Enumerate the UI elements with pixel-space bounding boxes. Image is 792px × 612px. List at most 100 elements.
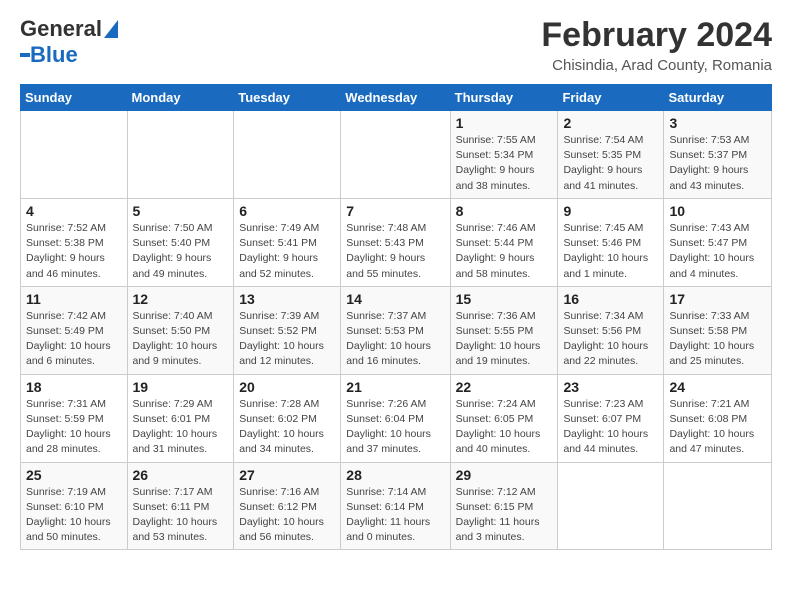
calendar-week-4: 18Sunrise: 7:31 AM Sunset: 5:59 PM Dayli… [21,374,772,462]
calendar-cell: 20 Sunrise: 7:28 AM Sunset: 6:02 PM Dayli… [234,374,341,462]
day-number: 1 [456,115,553,131]
day-number: 26 [133,467,229,483]
day-info: Sunrise: 7:43 AM Sunset: 5:47 PM Dayligh… [669,221,766,282]
day-info: Sunrise: 7:53 AM Sunset: 5:37 PM Dayligh… [669,133,766,194]
day-number: 23 [563,379,658,395]
day-info: Sunrise: 7:37 AM Sunset: 5:53 PM Dayligh… [346,309,444,370]
calendar-cell: 25 Sunrise: 7:19 AM Sunset: 6:10 PM Dayli… [21,462,128,550]
calendar-week-3: 11 Sunrise: 7:42 AM Sunset: 5:49 PM Dayli… [21,286,772,374]
day-number: 5 [133,203,229,219]
title-area: February 2024 Chisindia, Arad County, Ro… [541,16,772,74]
day-number: 15 [456,291,553,307]
calendar-cell [664,462,772,550]
day-number: 20 [239,379,335,395]
calendar-cell: 14 Sunrise: 7:37 AM Sunset: 5:53 PM Dayli… [341,286,450,374]
day-number: 11 [26,291,122,307]
day-number: 7 [346,203,444,219]
day-info: Sunrise: 7:17 AM Sunset: 6:11 PM Dayligh… [133,485,229,546]
day-info: Sunrise: 7:54 AM Sunset: 5:35 PM Dayligh… [563,133,658,194]
day-number: 12 [133,291,229,307]
day-info: Sunrise: 7:46 AM Sunset: 5:44 PM Dayligh… [456,221,553,282]
calendar-cell: 24 Sunrise: 7:21 AM Sunset: 6:08 PM Dayli… [664,374,772,462]
calendar-cell: 1 Sunrise: 7:55 AM Sunset: 5:34 PM Daylig… [450,111,558,199]
day-info: Sunrise: 7:36 AM Sunset: 5:55 PM Dayligh… [456,309,553,370]
day-number: 3 [669,115,766,131]
calendar-cell: 21 Sunrise: 7:26 AM Sunset: 6:04 PM Dayli… [341,374,450,462]
calendar-table: SundayMondayTuesdayWednesdayThursdayFrid… [20,84,772,550]
day-number: 14 [346,291,444,307]
calendar-cell: 9 Sunrise: 7:45 AM Sunset: 5:46 PM Daylig… [558,198,664,286]
calendar-cell: 15 Sunrise: 7:36 AM Sunset: 5:55 PM Dayli… [450,286,558,374]
calendar-cell: 23 Sunrise: 7:23 AM Sunset: 6:07 PM Dayli… [558,374,664,462]
day-info: Sunrise: 7:12 AM Sunset: 6:15 PM Dayligh… [456,485,553,546]
day-number: 28 [346,467,444,483]
calendar-week-1: 1 Sunrise: 7:55 AM Sunset: 5:34 PM Daylig… [21,111,772,199]
day-number: 16 [563,291,658,307]
weekday-header-sunday: Sunday [21,85,128,111]
day-info: Sunrise: 7:49 AM Sunset: 5:41 PM Dayligh… [239,221,335,282]
weekday-header-friday: Friday [558,85,664,111]
subtitle: Chisindia, Arad County, Romania [541,57,772,74]
day-info: Sunrise: 7:33 AM Sunset: 5:58 PM Dayligh… [669,309,766,370]
logo: General Blue [20,16,118,68]
calendar-week-2: 4 Sunrise: 7:52 AM Sunset: 5:38 PM Daylig… [21,198,772,286]
logo-triangle-icon [104,20,118,38]
calendar-cell [341,111,450,199]
calendar-body: 1 Sunrise: 7:55 AM Sunset: 5:34 PM Daylig… [21,111,772,550]
day-info: Sunrise: 7:24 AM Sunset: 6:05 PM Dayligh… [456,397,553,458]
weekday-header-saturday: Saturday [664,85,772,111]
day-info: Sunrise: 7:40 AM Sunset: 5:50 PM Dayligh… [133,309,229,370]
calendar-cell: 13Sunrise: 7:39 AM Sunset: 5:52 PM Dayli… [234,286,341,374]
logo-bar-left [20,53,30,57]
day-number: 22 [456,379,553,395]
day-number: 6 [239,203,335,219]
day-number: 17 [669,291,766,307]
day-info: Sunrise: 7:50 AM Sunset: 5:40 PM Dayligh… [133,221,229,282]
day-info: Sunrise: 7:23 AM Sunset: 6:07 PM Dayligh… [563,397,658,458]
day-number: 8 [456,203,553,219]
weekday-header-tuesday: Tuesday [234,85,341,111]
calendar-cell: 2 Sunrise: 7:54 AM Sunset: 5:35 PM Daylig… [558,111,664,199]
calendar-cell: 19 Sunrise: 7:29 AM Sunset: 6:01 PM Dayli… [127,374,234,462]
day-number: 24 [669,379,766,395]
day-info: Sunrise: 7:42 AM Sunset: 5:49 PM Dayligh… [26,309,122,370]
day-number: 18 [26,379,122,395]
day-number: 21 [346,379,444,395]
calendar-cell: 17 Sunrise: 7:33 AM Sunset: 5:58 PM Dayli… [664,286,772,374]
calendar-header: SundayMondayTuesdayWednesdayThursdayFrid… [21,85,772,111]
day-number: 27 [239,467,335,483]
day-number: 25 [26,467,122,483]
page-header: General Blue February 2024 Chisindia, Ar… [20,16,772,74]
calendar-cell [234,111,341,199]
calendar-cell: 7Sunrise: 7:48 AM Sunset: 5:43 PM Daylig… [341,198,450,286]
day-info: Sunrise: 7:14 AM Sunset: 6:14 PM Dayligh… [346,485,444,546]
day-number: 4 [26,203,122,219]
calendar-cell [21,111,128,199]
day-info: Sunrise: 7:16 AM Sunset: 6:12 PM Dayligh… [239,485,335,546]
day-info: Sunrise: 7:21 AM Sunset: 6:08 PM Dayligh… [669,397,766,458]
day-number: 13 [239,291,335,307]
calendar-cell: 8 Sunrise: 7:46 AM Sunset: 5:44 PM Daylig… [450,198,558,286]
day-info: Sunrise: 7:55 AM Sunset: 5:34 PM Dayligh… [456,133,553,194]
day-info: Sunrise: 7:29 AM Sunset: 6:01 PM Dayligh… [133,397,229,458]
day-number: 29 [456,467,553,483]
day-info: Sunrise: 7:19 AM Sunset: 6:10 PM Dayligh… [26,485,122,546]
calendar-cell [558,462,664,550]
day-info: Sunrise: 7:28 AM Sunset: 6:02 PM Dayligh… [239,397,335,458]
calendar-cell: 12 Sunrise: 7:40 AM Sunset: 5:50 PM Dayli… [127,286,234,374]
weekday-header-monday: Monday [127,85,234,111]
day-info: Sunrise: 7:45 AM Sunset: 5:46 PM Dayligh… [563,221,658,282]
weekday-header-thursday: Thursday [450,85,558,111]
calendar-cell: 16Sunrise: 7:34 AM Sunset: 5:56 PM Dayli… [558,286,664,374]
calendar-cell: 27 Sunrise: 7:16 AM Sunset: 6:12 PM Dayli… [234,462,341,550]
calendar-cell: 22 Sunrise: 7:24 AM Sunset: 6:05 PM Dayli… [450,374,558,462]
day-number: 19 [133,379,229,395]
main-title: February 2024 [541,16,772,55]
calendar-cell: 18Sunrise: 7:31 AM Sunset: 5:59 PM Dayli… [21,374,128,462]
day-info: Sunrise: 7:52 AM Sunset: 5:38 PM Dayligh… [26,221,122,282]
calendar-cell: 6 Sunrise: 7:49 AM Sunset: 5:41 PM Daylig… [234,198,341,286]
day-info: Sunrise: 7:26 AM Sunset: 6:04 PM Dayligh… [346,397,444,458]
day-number: 2 [563,115,658,131]
day-number: 9 [563,203,658,219]
calendar-cell: 11 Sunrise: 7:42 AM Sunset: 5:49 PM Dayli… [21,286,128,374]
